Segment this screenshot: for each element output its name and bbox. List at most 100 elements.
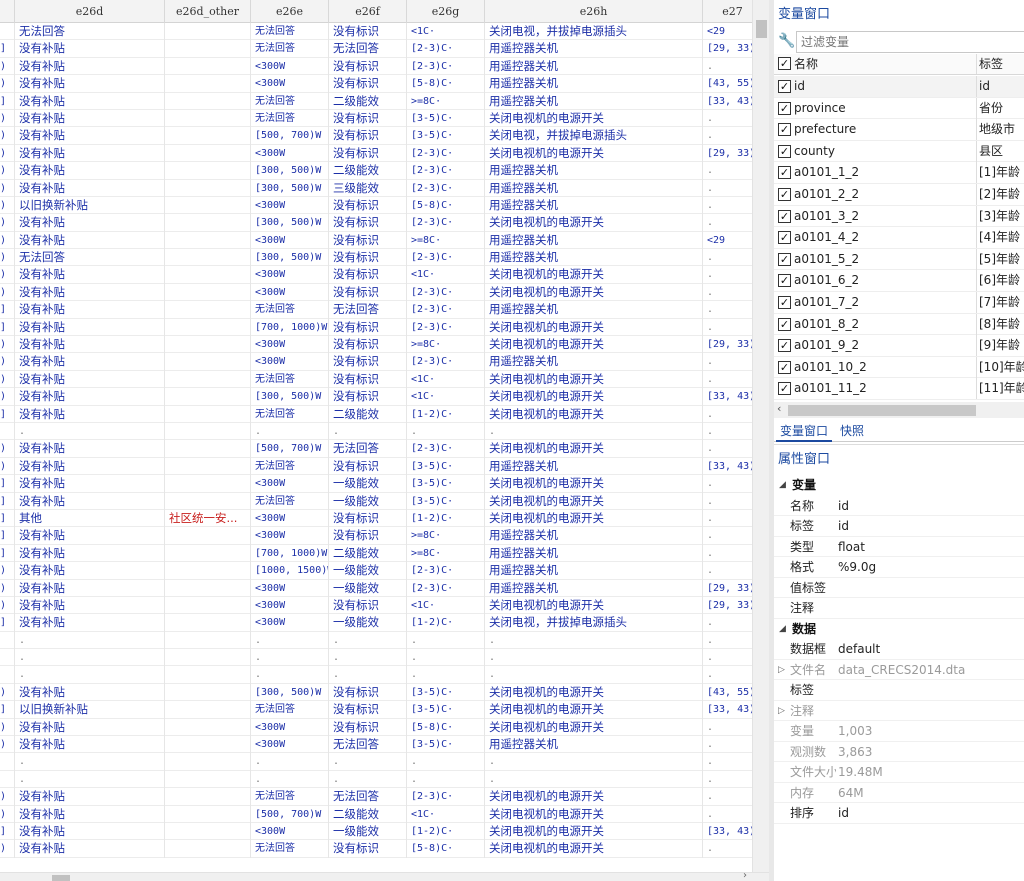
table-cell[interactable]: [1-2)C· [407,509,485,528]
table-cell[interactable]: ] [0,405,15,423]
table-cell[interactable]: 关闭电视，并拔掉电源插头 [485,23,703,41]
table-cell[interactable]: . [703,840,752,857]
table-row[interactable]: ) 没有补贴 <300W 无法回答 [3-5)C· 用遥控器关机. [0,736,752,754]
property-value[interactable]: default [838,639,880,659]
table-cell[interactable]: . [407,631,485,650]
table-cell[interactable]: 没有补贴 [15,109,165,128]
table-cell[interactable]: <300W [251,596,329,615]
table-cell[interactable]: ) [0,127,15,145]
table-row[interactable]: ) 没有补贴 [500, 700)W 没有标识 [3-5)C· 关闭电视，并拔掉电源插头. [0,127,752,145]
table-cell[interactable]: [2-3)C· [407,440,485,458]
table-cell[interactable]: 没有补贴 [15,283,165,302]
variable-checkbox[interactable]: ✓ [778,252,791,266]
table-cell[interactable]: [29, 33) [703,580,752,597]
table-cell[interactable]: ] [0,527,15,545]
table-cell[interactable]: ] [0,822,15,841]
table-cell[interactable]: ) [0,596,15,615]
table-cell[interactable]: >=8C· [407,92,485,110]
table-cell[interactable]: 没有补贴 [15,144,165,163]
table-row[interactable]: ) 没有补贴 无法回答 无法回答 [2-3)C· 关闭电视机的电源开关. [0,788,752,806]
table-cell[interactable]: [33, 43) [703,388,752,405]
table-cell[interactable]: <29 [703,232,752,249]
table-cell[interactable]: . [407,422,485,441]
table-cell[interactable]: . [703,719,752,736]
table-cell[interactable]: . [15,631,165,650]
table-row[interactable]: ) 没有补贴 <300W 没有标识 [2-3)C· 用遥控器关机. [0,353,752,371]
table-cell[interactable]: . [251,422,329,441]
table-row[interactable]: 无法回答 无法回答 没有标识 <1C· 关闭电视，并拔掉电源插头 <29 [0,23,752,41]
table-cell[interactable]: [33, 43) [703,701,752,718]
table-cell[interactable]: [300, 500)W [251,249,329,267]
variable-row[interactable]: ✓ a0101_10_2 [10]年龄 [774,356,1024,379]
table-cell[interactable]: <300W [251,822,329,841]
property-row[interactable]: 标签 [774,680,1024,701]
table-cell[interactable]: 没有补贴 [15,162,165,180]
table-cell[interactable] [165,770,251,789]
table-cell[interactable] [165,92,251,110]
table-cell[interactable]: <300W [251,266,329,284]
table-cell[interactable] [165,701,251,719]
table-cell[interactable]: 没有补贴 [15,718,165,737]
property-row[interactable]: 标签 id [774,516,1024,537]
table-cell[interactable]: 没有补贴 [15,840,165,858]
table-cell[interactable] [165,683,251,702]
table-cell[interactable]: 二级能效 [329,162,407,180]
table-cell[interactable]: 关闭电视机的电源开关 [485,144,703,163]
property-value[interactable]: data_CRECS2014.dta [838,660,965,680]
table-cell[interactable]: 没有补贴 [15,40,165,58]
table-cell[interactable]: [300, 500)W [251,179,329,197]
table-cell[interactable]: . [703,180,752,197]
table-cell[interactable] [165,457,251,476]
table-cell[interactable]: 关闭电视机的电源开关 [485,475,703,493]
table-cell[interactable]: >=8C· [407,336,485,354]
column-header[interactable]: e26e [251,0,329,23]
grid-horizontal-scrollbar[interactable]: › [0,870,769,881]
table-cell[interactable]: . [703,753,752,770]
table-cell[interactable]: ) [0,579,15,597]
table-cell[interactable]: <300W [251,144,329,163]
table-cell[interactable]: . [703,127,752,144]
table-cell[interactable] [0,666,15,684]
table-cell[interactable]: . [329,649,407,667]
table-cell[interactable]: 无法回答 [329,301,407,319]
column-header[interactable]: e26d [15,0,165,23]
table-cell[interactable]: [43, 55) [703,75,752,92]
table-cell[interactable]: <1C· [407,805,485,823]
table-row[interactable]: ) 没有补贴 <300W 没有标识 [5-8)C· 关闭电视机的电源开关. [0,718,752,737]
table-cell[interactable]: <300W [251,353,329,371]
collapse-triangle-icon[interactable]: ◢ [779,619,786,639]
table-cell[interactable] [165,579,251,597]
table-cell[interactable]: <300W [251,736,329,754]
table-cell[interactable]: [2-3)C· [407,179,485,197]
table-cell[interactable]: <1C· [407,388,485,406]
table-row[interactable]: ] 没有补贴 无法回答 二级能效 [1-2)C· 关闭电视机的电源开关. [0,405,752,423]
table-cell[interactable]: [3-5)C· [407,492,485,510]
table-cell[interactable]: 没有补贴 [15,544,165,563]
table-cell[interactable]: ) [0,718,15,737]
table-cell[interactable]: 没有标识 [329,283,407,302]
table-cell[interactable]: . [703,284,752,301]
table-cell[interactable]: 无法回答 [251,23,329,41]
table-cell[interactable]: 用遥控器关机 [485,353,703,371]
variable-row[interactable]: ✓ a0101_8_2 [8]年龄 [774,313,1024,336]
variable-row[interactable]: ✓ a0101_1_2 [1]年龄 [774,162,1024,184]
table-cell[interactable]: <300W [251,231,329,250]
table-cell[interactable]: 用遥控器关机 [485,40,703,58]
variable-row[interactable]: ✓ county 县区 [774,140,1024,163]
variable-checkbox[interactable]: ✓ [778,209,791,223]
table-cell[interactable]: ) [0,353,15,371]
property-value[interactable]: id [838,803,849,823]
table-cell[interactable]: 一级能效 [329,579,407,597]
table-cell[interactable]: 没有标识 [329,144,407,163]
table-cell[interactable]: 没有补贴 [15,336,165,354]
chevron-right-icon[interactable]: › [743,870,747,881]
table-cell[interactable]: [5-8)C· [407,75,485,93]
table-cell[interactable]: . [329,666,407,684]
table-row[interactable]: ) 没有补贴 <300W 没有标识 [5-8)C· 用遥控器关机 [43, 55) [0,75,752,93]
column-header-name[interactable]: 名称 [794,54,818,74]
table-cell[interactable]: 关闭电视机的电源开关 [485,509,703,528]
tab-variables[interactable]: 变量窗口 [776,420,833,442]
table-cell[interactable] [165,562,251,580]
table-cell[interactable]: [1-2)C· [407,614,485,632]
table-cell[interactable]: ) [0,388,15,406]
